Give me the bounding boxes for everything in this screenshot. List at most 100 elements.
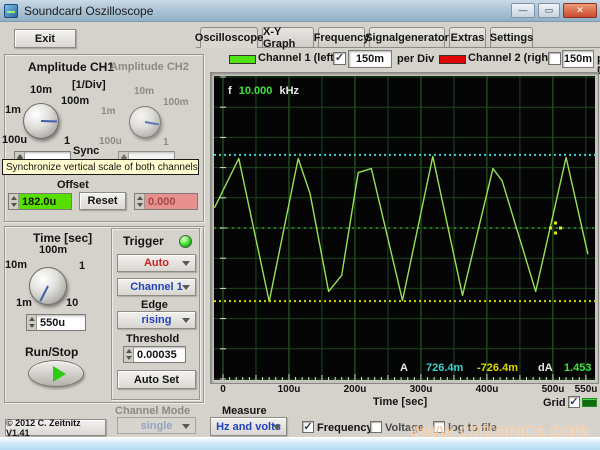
ch1-scale-100u: 100u [2, 134, 27, 146]
ch2-scale-10m: 10m [134, 86, 154, 97]
trigger-led [179, 235, 192, 248]
auto-set-button[interactable]: Auto Set [117, 370, 196, 389]
threshold-field[interactable]: 0.00035 [123, 346, 186, 363]
channel1-color-swatch [229, 55, 256, 64]
amplitude-unit-label: [1/Div] [72, 79, 106, 91]
ch2-scale-100u: 100u [99, 136, 122, 147]
measure-label: Measure [222, 405, 267, 417]
offset-label: Offset [57, 179, 89, 191]
frequency-checkbox-label: Frequency [317, 422, 373, 434]
exit-button[interactable]: Exit [14, 29, 76, 48]
threshold-value[interactable]: 0.00035 [134, 347, 185, 362]
amplitude-ch2-title: Amplitude CH2 [110, 61, 189, 73]
minimize-button[interactable]: — [511, 3, 535, 18]
close-icon: ✕ [576, 6, 584, 15]
title-bar: Soundcard Oszilloscope [0, 0, 600, 22]
frequency-checkbox[interactable] [302, 421, 314, 433]
amplitude-ch1-knob[interactable] [23, 103, 59, 139]
channel1-scale-value[interactable]: 150m [349, 51, 391, 67]
trigger-edge-dropdown[interactable]: rising [117, 311, 196, 329]
time-knob[interactable] [29, 267, 67, 305]
offset-ch1-field[interactable]: 182.0u [8, 193, 72, 210]
x-tick-0: 0 [203, 384, 243, 395]
channel2-checkbox[interactable] [548, 52, 561, 65]
run-stop-button[interactable] [28, 360, 84, 387]
time-scale-100m: 100m [39, 244, 67, 256]
app-icon [4, 4, 18, 18]
copyright-button: © 2012 C. Zeitnitz V1.41 [5, 419, 106, 436]
time-value-spinner[interactable] [27, 315, 37, 330]
time-scale-1: 1 [79, 260, 85, 272]
channel-mode-label: Channel Mode [115, 405, 190, 417]
time-scale-1m: 1m [16, 297, 32, 309]
grid-checkbox[interactable] [568, 396, 580, 408]
threshold-label: Threshold [126, 333, 179, 345]
freq-label: f [228, 85, 232, 97]
tab-signalgenerator[interactable]: Signalgenerator [369, 27, 445, 47]
amplitude-ch1-title: Amplitude CH1 [28, 60, 114, 74]
amplitude-ch2-knob[interactable] [129, 106, 161, 138]
threshold-spinner[interactable] [124, 347, 134, 362]
minimize-icon: — [519, 6, 528, 15]
x-tick-300u: 300u [401, 384, 441, 395]
ch1-knob-needle [41, 120, 57, 123]
ch2-scale-1m: 1m [101, 106, 115, 117]
offset-ch2-spinner [135, 194, 145, 209]
voltage-checkbox[interactable] [370, 421, 382, 433]
tab-frequency[interactable]: Frequency [318, 27, 365, 47]
offset-reset-button[interactable]: Reset [79, 192, 126, 210]
trigger-title: Trigger [123, 234, 164, 248]
run-stop-label: Run/Stop [25, 345, 78, 359]
scope-canvas [214, 76, 595, 380]
ch2-scale-1: 1 [163, 137, 169, 148]
ch1-scale-10m: 10m [30, 84, 52, 96]
delta-value: 1.453 [564, 362, 592, 374]
sync-tooltip: Synchronize vertical scale of both chann… [2, 159, 199, 175]
sync-label: Sync [73, 145, 99, 157]
measure-mode-dropdown[interactable]: Hz and volts [210, 417, 287, 436]
ch2-scale-100m: 100m [163, 97, 189, 108]
x-tick-200u: 200u [335, 384, 375, 395]
scope-plot[interactable]: f 10.000 kHz A 726.4m -726.4m dA 1.453 [214, 76, 595, 380]
time-title: Time [sec] [33, 231, 92, 245]
maximize-button[interactable]: ▭ [538, 3, 560, 18]
freq-value: 10.000 [239, 85, 273, 97]
app-window: Soundcard Oszilloscope — ▭ ✕ Exit Amplit… [0, 0, 600, 450]
x-tick-400u: 400u [467, 384, 507, 395]
tab-settings[interactable]: Settings [490, 27, 533, 47]
offset-ch1-value[interactable]: 182.0u [19, 194, 71, 209]
time-value[interactable]: 550u [37, 315, 85, 330]
x-tick-550u: 550u [566, 384, 600, 395]
trigger-source-dropdown[interactable]: Channel 1 [117, 278, 196, 296]
channel2-color-swatch [439, 55, 466, 64]
grid-color-swatch [582, 398, 597, 407]
play-icon [53, 366, 66, 382]
ch1-scale-1: 1 [64, 135, 70, 147]
channel1-scale-field[interactable]: 150m [348, 50, 392, 68]
tab-oscilloscope[interactable]: Oscilloscope [200, 27, 258, 48]
channel2-label: Channel 2 (right) [468, 52, 555, 64]
cursor-a-label: A [400, 362, 408, 374]
channel1-label: Channel 1 (left) [258, 52, 337, 64]
grid-label: Grid [543, 397, 566, 409]
channel2-scale-value[interactable]: 150m [563, 51, 593, 67]
channel-mode-dropdown[interactable]: single [117, 417, 196, 434]
freq-unit: kHz [279, 85, 299, 97]
channel2-scale-field[interactable]: 150m [562, 50, 594, 68]
tab-xy-graph[interactable]: X-Y Graph [262, 27, 314, 47]
edge-label: Edge [141, 299, 168, 311]
close-button[interactable]: ✕ [563, 3, 597, 18]
offset-ch1-spinner[interactable] [9, 194, 19, 209]
ch1-scale-100m: 100m [61, 95, 89, 107]
cursor-b-value: -726.4m [477, 362, 518, 374]
tab-extras[interactable]: Extras [449, 27, 486, 47]
time-knob-needle [40, 286, 49, 302]
channel1-checkbox[interactable] [333, 52, 346, 65]
trigger-mode-dropdown[interactable]: Auto [117, 254, 196, 272]
delta-label: dA [538, 362, 553, 374]
window-title: Soundcard Oszilloscope [24, 4, 153, 18]
time-scale-10: 10 [66, 297, 78, 309]
ch1-scale-1m: 1m [5, 104, 21, 116]
ch2-knob-needle [145, 121, 159, 125]
time-value-field[interactable]: 550u [26, 314, 86, 331]
